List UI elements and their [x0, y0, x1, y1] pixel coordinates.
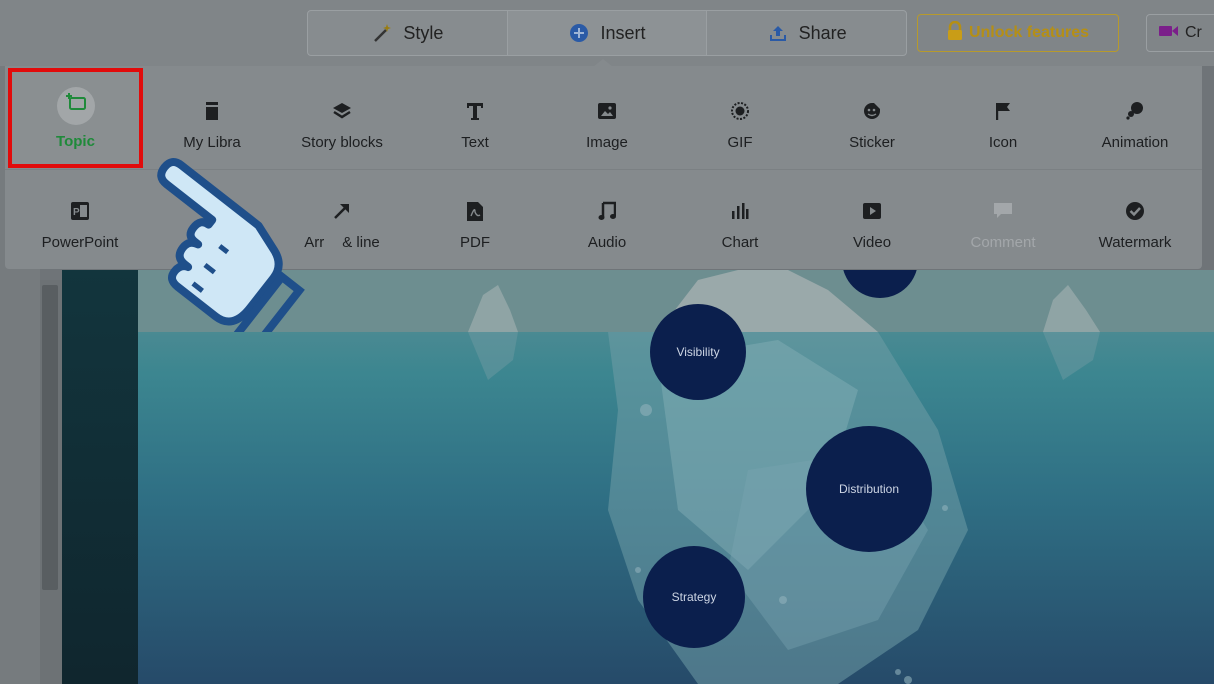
topic-label: Visibility: [676, 345, 720, 359]
lock-icon: [947, 20, 963, 46]
topic-label: Strategy: [671, 590, 717, 604]
toolbar-tabs: Style Insert Share: [307, 10, 907, 56]
layers-icon: [332, 96, 352, 126]
presentation-canvas[interactable]: Visibility Distribution Strategy: [138, 270, 1214, 684]
insert-icon-label: Icon: [988, 134, 1018, 151]
watermark-icon: [1125, 196, 1145, 226]
pointing-hand-icon: [157, 158, 305, 332]
topic-icon-bg: [56, 86, 95, 125]
animation-icon: [1125, 96, 1145, 126]
insert-audio-label: Audio: [587, 234, 627, 251]
sticker-icon: [863, 96, 881, 126]
scrollbar-thumb[interactable]: [42, 285, 58, 590]
unlock-features-label: Unlock features: [968, 24, 1090, 41]
tab-insert-label: Insert: [600, 22, 646, 43]
tab-style-label: Style: [403, 22, 444, 43]
comment-icon: [994, 196, 1012, 226]
insert-icon[interactable]: Icon: [938, 96, 1068, 151]
tab-style[interactable]: Style: [308, 11, 508, 55]
tab-insert[interactable]: Insert: [507, 11, 708, 55]
insert-animation[interactable]: Animation: [1070, 96, 1200, 151]
top-toolbar: Style Insert Share Unlock features Cr: [0, 0, 1214, 66]
insert-text[interactable]: Text: [410, 96, 540, 151]
insert-topic-label: Topic: [56, 132, 95, 150]
insert-chart-label: Chart: [721, 234, 759, 251]
add-topic-icon: [65, 93, 87, 118]
gif-icon: [730, 96, 750, 126]
insert-comment[interactable]: Comment: [938, 196, 1068, 251]
insert-powerpoint-label: PowerPoint: [41, 234, 119, 251]
svg-text:P: P: [73, 207, 80, 218]
music-note-icon: [598, 196, 616, 226]
insert-chart[interactable]: Chart: [675, 196, 805, 251]
magic-wand-icon: [371, 22, 393, 44]
upload-icon: [767, 22, 789, 44]
insert-text-label: Text: [461, 134, 489, 151]
insert-gif[interactable]: GIF: [675, 96, 805, 151]
insert-video[interactable]: Video: [807, 196, 937, 251]
video-icon: [863, 196, 881, 226]
insert-pdf-label: PDF: [460, 234, 490, 251]
insert-audio[interactable]: Audio: [542, 196, 672, 251]
insert-animation-label: Animation: [1101, 134, 1169, 151]
insert-image-label: Image: [586, 134, 628, 151]
library-icon: [205, 96, 219, 126]
insert-pdf[interactable]: PDF: [410, 196, 540, 251]
topic-bubble-distribution[interactable]: Distribution: [806, 426, 932, 552]
tab-share[interactable]: Share: [707, 11, 906, 55]
insert-video-label: Video: [852, 234, 892, 251]
create-label: Cr: [1185, 24, 1202, 41]
topic-label: Distribution: [838, 482, 900, 496]
plus-circle-icon: [568, 22, 590, 44]
insert-image[interactable]: Image: [542, 96, 672, 151]
text-icon: [465, 96, 485, 126]
insert-sticker[interactable]: Sticker: [807, 96, 937, 151]
create-video-button[interactable]: Cr: [1146, 14, 1214, 52]
insert-sticker-label: Sticker: [849, 134, 895, 151]
powerpoint-icon: P: [71, 196, 89, 226]
topic-bubble-strategy[interactable]: Strategy: [643, 546, 745, 648]
arrow-icon: [332, 196, 352, 226]
pdf-icon: [467, 196, 483, 226]
image-icon: [598, 96, 616, 126]
topic-bubble-visibility[interactable]: Visibility: [650, 304, 746, 400]
arrow-label-end: & line: [342, 234, 380, 251]
flag-icon: [995, 96, 1011, 126]
video-camera-icon: [1159, 24, 1179, 43]
bar-chart-icon: [731, 196, 749, 226]
insert-comment-label: Comment: [970, 234, 1036, 251]
insert-watermark-label: Watermark: [1098, 234, 1172, 251]
slide-thumbnail-panel: [62, 270, 138, 684]
insert-gif-label: GIF: [727, 134, 753, 151]
insert-watermark[interactable]: Watermark: [1070, 196, 1200, 251]
unlock-features-button[interactable]: Unlock features: [917, 14, 1119, 52]
tab-share-label: Share: [798, 22, 847, 43]
